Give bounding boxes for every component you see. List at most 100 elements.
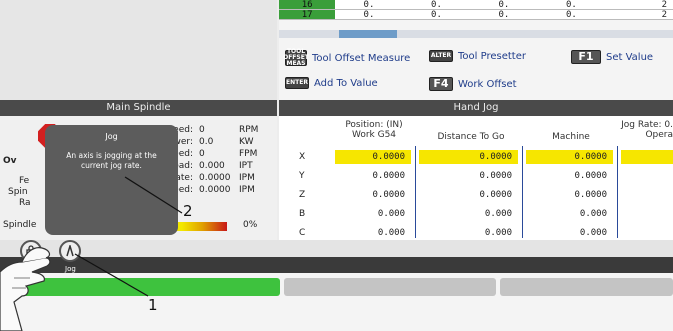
offset-cell[interactable]: 0. xyxy=(335,0,402,10)
enter-key: ENTER xyxy=(285,77,309,89)
hand-jog-header: Hand Jog xyxy=(279,100,673,116)
offset-cell[interactable]: 0. xyxy=(538,10,605,20)
alter-key: ALTER xyxy=(429,50,453,62)
readout-value: 0.0 xyxy=(199,137,214,147)
status-separator xyxy=(0,257,673,273)
set-value-button[interactable]: F1 Set Value xyxy=(571,50,653,64)
scrollbar-thumb[interactable] xyxy=(339,30,397,38)
readout-unit: RPM xyxy=(239,125,259,135)
readout-unit: IPM xyxy=(239,173,255,183)
offset-cell[interactable]: 0. xyxy=(403,0,470,10)
axis-label: C xyxy=(299,228,306,238)
readout-value: 0 xyxy=(199,149,205,159)
jog-work-cell: 0.000 xyxy=(377,228,405,238)
status-bar-segment xyxy=(500,278,673,296)
jog-dist-cell: 0.0000 xyxy=(479,171,512,181)
jog-dist-cell: 0.000 xyxy=(484,209,512,219)
distance-header: Distance To Go xyxy=(437,132,505,142)
icon-strip xyxy=(0,240,673,257)
jog-machine-cell: 0.000 xyxy=(579,228,607,238)
axis-label: B xyxy=(299,209,306,219)
jog-row-x[interactable]: X 0.0000 0.0000 0.0000 xyxy=(279,148,673,167)
blank-panel xyxy=(0,0,277,100)
axis-label: Z xyxy=(299,190,306,200)
jog-work-cell: 0.0000 xyxy=(372,190,405,200)
tool-offset-measure-key: TOOL OFFSET MEAS xyxy=(283,48,309,67)
table-row[interactable]: 16 0. 0. 0. 0. 2 xyxy=(279,0,673,10)
side-label: Ra xyxy=(19,198,31,208)
work-offset-button[interactable]: F4 Work Offset xyxy=(429,77,517,91)
button-label: Tool Presetter xyxy=(458,50,526,62)
readout-value: 0 xyxy=(199,125,205,135)
offset-cell[interactable]: 2 xyxy=(605,10,673,20)
spindle-load-label: Spindle xyxy=(3,220,37,230)
jog-machine-cell: 0.0000 xyxy=(574,190,607,200)
offset-cell[interactable]: 0. xyxy=(538,0,605,10)
position-header-line2: Work G54 xyxy=(351,130,397,140)
readout-value: 0.0000 xyxy=(199,185,231,195)
callout-number: 1 xyxy=(148,296,158,314)
offset-number: 16 xyxy=(279,0,336,10)
tooltip-body: An axis is jogging at the current jog ra… xyxy=(66,151,157,170)
jog-table: X 0.0000 0.0000 0.0000 Y 0.0000 0.0000 0.0000 Z 0… xyxy=(279,148,673,243)
readout-unit: FPM xyxy=(239,149,258,159)
add-to-value-button[interactable]: ENTER Add To Value xyxy=(285,77,378,89)
jog-dist-cell: 0.0000 xyxy=(419,150,518,164)
tool-offset-measure-button[interactable]: TOOL OFFSET MEAS Tool Offset Measure xyxy=(283,48,411,67)
jog-dist-cell: 0.000 xyxy=(484,228,512,238)
offset-cell[interactable]: 2 xyxy=(605,0,673,10)
side-label: Spin xyxy=(8,187,28,197)
jog-machine-cell: 0.0000 xyxy=(574,171,607,181)
jog-operator-cell xyxy=(621,150,673,164)
jog-work-cell: 0.000 xyxy=(377,209,405,219)
offset-number: 17 xyxy=(279,10,336,20)
offsets-panel: 16 0. 0. 0. 0. 2 17 0. 0. 0. 0. 2 TOOL O… xyxy=(279,0,673,100)
jog-rate-line2: Opera xyxy=(645,130,673,140)
table-row[interactable]: 17 0. 0. 0. 0. 2 xyxy=(279,10,673,20)
readout-unit: KW xyxy=(239,137,254,147)
tool-presetter-button[interactable]: ALTER Tool Presetter xyxy=(429,50,526,62)
jog-work-cell: 0.0000 xyxy=(335,150,411,164)
axis-label: Y xyxy=(299,171,305,181)
machine-header: Machine xyxy=(552,132,590,142)
offset-cell[interactable]: 0. xyxy=(335,10,402,20)
button-label: Work Offset xyxy=(458,78,517,90)
button-label: Add To Value xyxy=(314,77,378,89)
readout-value: 0.0000 xyxy=(199,173,231,183)
offset-cell[interactable]: 0. xyxy=(403,10,470,20)
readout-unit: IPT xyxy=(239,161,253,171)
offset-cell[interactable]: 0. xyxy=(470,10,537,20)
tooltip-title: Jog xyxy=(105,132,118,141)
hand-illustration xyxy=(0,247,51,331)
jog-work-cell: 0.0000 xyxy=(372,171,405,181)
jog-row-b[interactable]: B 0.000 0.000 0.000 xyxy=(279,205,673,224)
side-label: Fe xyxy=(19,176,30,186)
jog-row-z[interactable]: Z 0.0000 0.0000 0.0000 xyxy=(279,186,673,205)
offset-cell[interactable]: 0. xyxy=(470,0,537,10)
button-label: Tool Offset Measure xyxy=(312,52,411,64)
offset-table: 16 0. 0. 0. 0. 2 17 0. 0. 0. 0. 2 xyxy=(279,0,673,20)
button-label: Set Value xyxy=(606,51,654,63)
position-header-line1: Position: (IN) xyxy=(345,120,403,130)
jog-tooltip: Jog An axis is jogging at the current jo… xyxy=(45,125,178,235)
f1-key: F1 xyxy=(571,50,601,64)
main-spindle-header: Main Spindle xyxy=(0,100,277,116)
spindle-load-percent: 0% xyxy=(243,220,258,230)
side-label: Ov xyxy=(3,156,17,166)
callout-number: 2 xyxy=(183,202,193,220)
axis-label: X xyxy=(299,152,306,162)
function-buttons: TOOL OFFSET MEAS Tool Offset Measure ALT… xyxy=(279,46,673,100)
readout-value: 0.000 xyxy=(199,161,225,171)
f4-key: F4 xyxy=(429,77,453,91)
jog-machine-cell: 0.000 xyxy=(579,209,607,219)
jog-column-headers: Position: (IN) Work G54 Distance To Go M… xyxy=(279,118,673,144)
jog-rate-line1: Jog Rate: 0. xyxy=(621,120,673,130)
jog-row-y[interactable]: Y 0.0000 0.0000 0.0000 xyxy=(279,167,673,186)
status-bar-segment xyxy=(284,278,496,296)
readout-unit: IPM xyxy=(239,185,255,195)
jog-machine-cell: 0.0000 xyxy=(526,150,613,164)
jog-dist-cell: 0.0000 xyxy=(479,190,512,200)
hand-jog-panel: Position: (IN) Work G54 Distance To Go M… xyxy=(279,116,673,240)
position-header: Position: (IN) Work G54 xyxy=(329,120,419,140)
jog-rate-header: Jog Rate: 0. Opera xyxy=(609,120,673,140)
